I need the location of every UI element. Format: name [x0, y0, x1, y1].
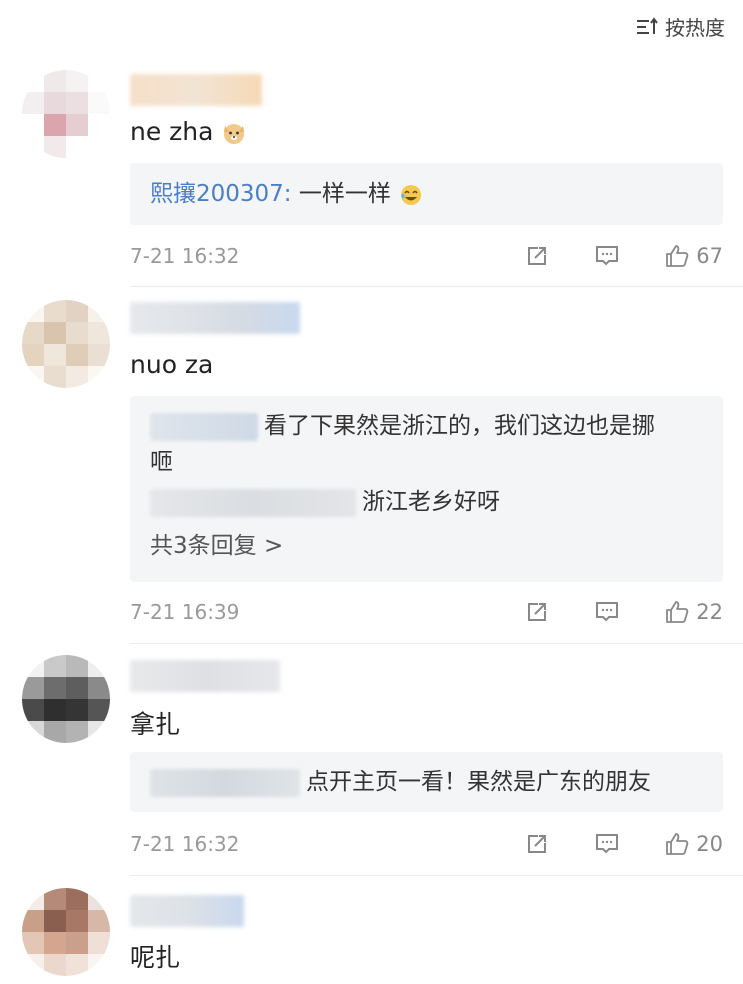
- sort-by-hot-button[interactable]: 按热度: [635, 12, 725, 41]
- like-icon: [666, 601, 689, 623]
- comment-button[interactable]: [594, 243, 620, 269]
- comment-icon: [596, 602, 619, 622]
- reply-box[interactable]: 看了下果然是浙江的，我们这边也是挪 咂 浙江老乡好呀 共3条回复 >: [130, 396, 723, 582]
- reply-text: 一样一样: [291, 181, 391, 207]
- reply-text: 点开主页一看！果然是广东的朋友: [306, 769, 651, 795]
- like-button[interactable]: 67: [664, 243, 723, 269]
- avatar[interactable]: [22, 655, 110, 743]
- sort-label: 按热度: [665, 16, 725, 40]
- view-more-replies-link[interactable]: 共3条回复 >: [150, 533, 283, 559]
- like-icon: [666, 245, 689, 267]
- comment-footer: 7-21 16:32 67: [130, 238, 723, 274]
- like-button[interactable]: 20: [664, 831, 723, 857]
- like-count: 67: [696, 244, 723, 268]
- share-button[interactable]: [524, 243, 550, 269]
- divider: [130, 643, 743, 644]
- avatar[interactable]: [22, 888, 110, 976]
- share-icon: [528, 603, 547, 621]
- username-blurred[interactable]: [130, 74, 262, 106]
- timestamp: 7-21 16:32: [130, 244, 240, 268]
- share-button[interactable]: [524, 831, 550, 857]
- comment-footer: 7-21 16:32 20: [130, 826, 723, 862]
- reply-text: 浙江老乡好呀: [362, 489, 500, 515]
- reply-author-blurred[interactable]: [150, 768, 300, 797]
- dog-emoji-icon: [224, 124, 245, 144]
- comment-button[interactable]: [594, 599, 620, 625]
- reply-author-blurred[interactable]: [150, 488, 356, 517]
- like-count: 20: [696, 832, 723, 856]
- avatar[interactable]: [22, 300, 110, 388]
- sort-icon: [637, 16, 658, 34]
- reply-box[interactable]: 熙攘200307: 一样一样: [130, 163, 723, 225]
- laugh-emoji-icon: [401, 184, 422, 205]
- reply-text: 看了下果然是浙江的，我们这边也是挪: [264, 413, 655, 439]
- username-blurred[interactable]: [130, 302, 300, 334]
- comment-body: 呢扎: [130, 943, 181, 972]
- username-blurred[interactable]: [130, 895, 244, 927]
- comment-icon: [596, 834, 619, 854]
- reply-text-continued: 咂: [150, 449, 173, 475]
- divider: [130, 286, 743, 287]
- timestamp: 7-21 16:39: [130, 600, 240, 624]
- username-blurred[interactable]: [130, 660, 280, 692]
- like-icon: [666, 833, 689, 855]
- timestamp: 7-21 16:32: [130, 832, 240, 856]
- comment-body: 拿扎: [130, 710, 181, 739]
- comment-footer: 7-21 16:39 22: [130, 594, 723, 630]
- comment-body: nuo za: [130, 350, 214, 379]
- reply-author[interactable]: 熙攘200307:: [150, 181, 292, 207]
- comment-body: ne zha: [130, 117, 247, 146]
- like-count: 22: [696, 600, 723, 624]
- share-icon: [528, 835, 547, 853]
- divider: [130, 875, 743, 876]
- like-button[interactable]: 22: [664, 599, 723, 625]
- avatar[interactable]: [22, 70, 110, 158]
- comment-icon: [596, 246, 619, 266]
- reply-author-blurred[interactable]: [150, 412, 258, 441]
- share-icon: [528, 247, 547, 265]
- share-button[interactable]: [524, 599, 550, 625]
- comment-button[interactable]: [594, 831, 620, 857]
- reply-box[interactable]: 点开主页一看！果然是广东的朋友: [130, 752, 723, 812]
